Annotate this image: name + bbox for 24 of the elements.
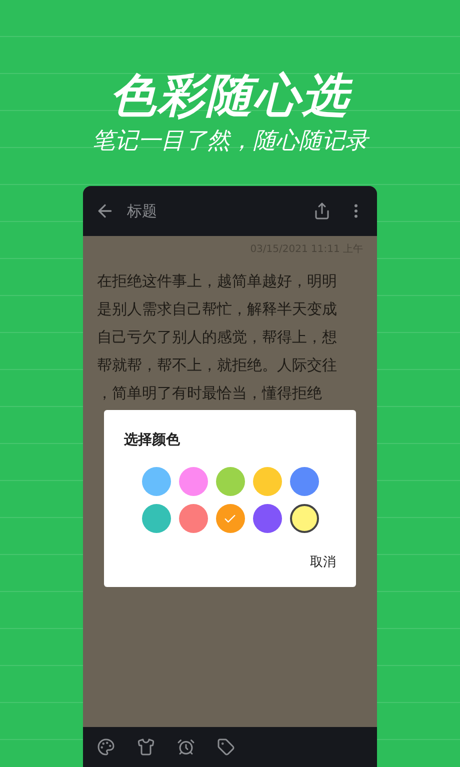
note-text-line: ，简单明了有时最恰当，懂得拒绝: [97, 383, 323, 404]
note-text-line: 帮就帮，帮不上，就拒绝。人际交往: [97, 355, 338, 376]
color-swatch[interactable]: [216, 504, 244, 533]
color-swatch[interactable]: [142, 467, 170, 496]
color-swatch[interactable]: [252, 467, 282, 496]
color-swatch[interactable]: [290, 467, 318, 496]
note-text-line: 在拒绝这件事上，越简单越好，明明: [97, 271, 338, 292]
dialog-title: 选择颜色: [124, 431, 181, 450]
alarm-clock-icon[interactable]: [177, 738, 195, 756]
color-swatch[interactable]: [178, 467, 208, 496]
note-text-line: 是别人需求自己帮忙，解释半天变成: [97, 299, 338, 320]
color-swatch[interactable]: [178, 504, 208, 533]
tag-icon[interactable]: [217, 738, 235, 756]
color-swatch[interactable]: [290, 504, 318, 533]
palette-icon[interactable]: [97, 738, 115, 756]
shirt-icon[interactable]: [137, 738, 155, 756]
share-icon[interactable]: [313, 202, 331, 220]
color-swatch[interactable]: [216, 467, 244, 496]
banner-subtitle: 笔记一目了然，随心随记录: [92, 130, 368, 153]
note-title: 标题: [127, 200, 158, 222]
color-swatch[interactable]: [142, 504, 170, 533]
color-swatch[interactable]: [252, 504, 282, 533]
note-text-line: 自己亏欠了别人的感觉，帮得上，想: [97, 327, 338, 348]
cancel-button[interactable]: 取消: [310, 553, 336, 572]
